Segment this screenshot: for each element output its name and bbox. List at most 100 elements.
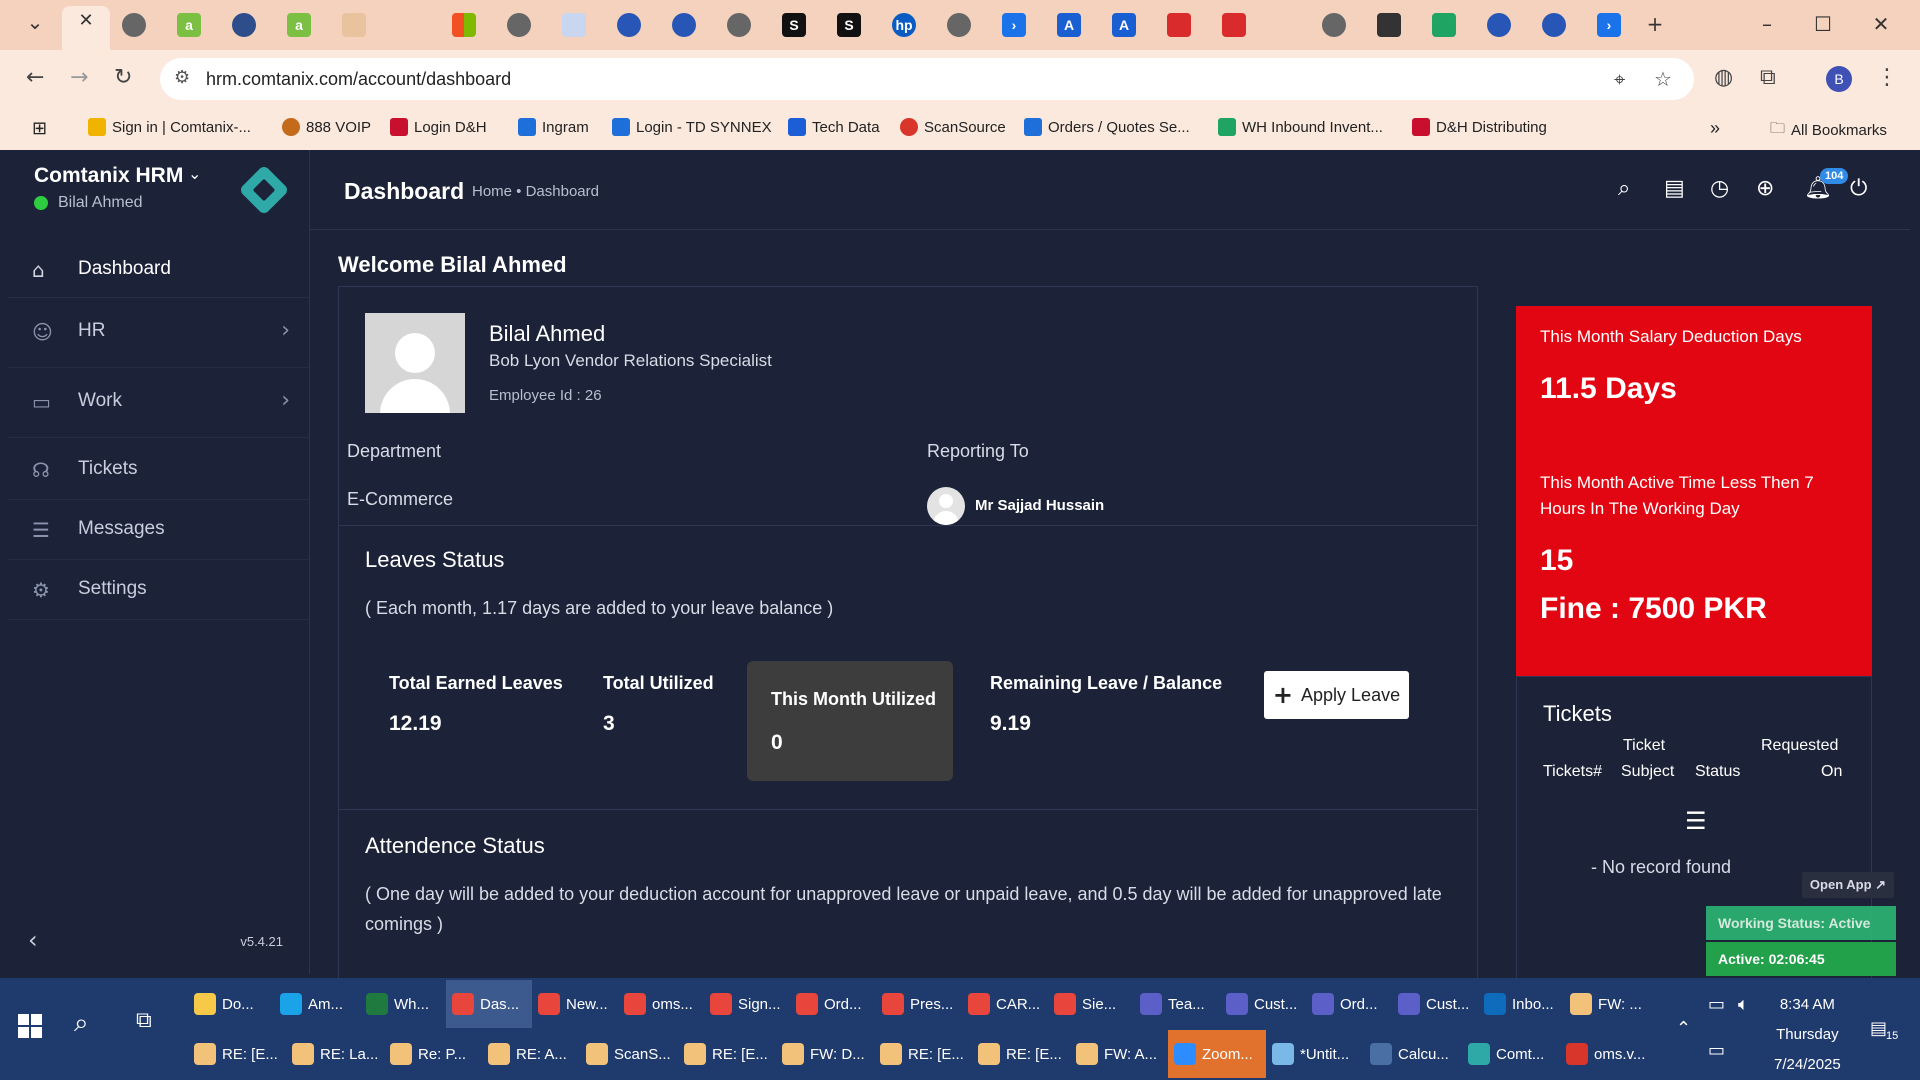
- bookmark-item[interactable]: D&H Distributing: [1412, 118, 1547, 136]
- taskbar-app[interactable]: RE: [E...: [678, 1030, 776, 1078]
- taskbar-app[interactable]: Zoom...: [1168, 1030, 1266, 1078]
- menu-icon[interactable]: ⋮: [1876, 65, 1898, 90]
- tab-icon[interactable]: [727, 13, 751, 37]
- taskbar-app[interactable]: Wh...: [360, 980, 446, 1028]
- tab-icon[interactable]: ›: [1597, 13, 1621, 37]
- taskbar-app[interactable]: FW: ...: [1564, 980, 1650, 1028]
- tab-icon[interactable]: [232, 13, 256, 37]
- search-icon[interactable]: ⌕: [1618, 176, 1630, 201]
- taskbar-app[interactable]: Cust...: [1220, 980, 1306, 1028]
- tab-icon[interactable]: [1542, 13, 1566, 37]
- tab-icon[interactable]: S: [782, 13, 806, 37]
- tab-icon[interactable]: [122, 13, 146, 37]
- taskbar-app[interactable]: Sign...: [704, 980, 790, 1028]
- taskbar-app[interactable]: Calcu...: [1364, 1030, 1462, 1078]
- tab-icon[interactable]: [1222, 13, 1246, 37]
- power-icon[interactable]: ⏻: [1850, 176, 1867, 201]
- forward-icon[interactable]: →: [70, 65, 88, 90]
- sidebar-item-settings[interactable]: ⚙ Settings: [8, 560, 310, 620]
- task-view-icon[interactable]: ⧉: [136, 1008, 152, 1033]
- taskbar-app[interactable]: Pres...: [876, 980, 962, 1028]
- sidebar-item-messages[interactable]: ☰ Messages: [8, 500, 310, 560]
- taskbar-app[interactable]: Inbo...: [1478, 980, 1564, 1028]
- clock-icon[interactable]: ◷: [1710, 176, 1729, 201]
- taskbar-app[interactable]: RE: [E...: [874, 1030, 972, 1078]
- tab-icon[interactable]: hp: [892, 13, 916, 37]
- bookmark-item[interactable]: 888 VOIP: [282, 118, 371, 136]
- taskbar-app[interactable]: ScanS...: [580, 1030, 678, 1078]
- taskbar-app[interactable]: Ord...: [790, 980, 876, 1028]
- taskbar-app[interactable]: New...: [532, 980, 618, 1028]
- taskbar-app[interactable]: Cust...: [1392, 980, 1478, 1028]
- taskbar-app[interactable]: Tea...: [1134, 980, 1220, 1028]
- address-bar[interactable]: ⚙ hrm.comtanix.com/account/dashboard ⌖ ☆: [160, 58, 1694, 100]
- profile-avatar[interactable]: B: [1826, 66, 1852, 92]
- tab-icon[interactable]: [617, 13, 641, 37]
- taskbar-app[interactable]: Comt...: [1462, 1030, 1560, 1078]
- notes-icon[interactable]: ▤: [1664, 176, 1685, 201]
- tab-icon[interactable]: a: [287, 13, 311, 37]
- brand-name[interactable]: Comtanix HRM: [34, 164, 183, 188]
- url-text[interactable]: hrm.comtanix.com/account/dashboard: [206, 69, 511, 90]
- chevron-down-icon[interactable]: ⌄: [188, 164, 201, 183]
- reload-icon[interactable]: ↻: [114, 65, 132, 90]
- taskbar-app[interactable]: CAR...: [962, 980, 1048, 1028]
- taskbar-app[interactable]: Ord...: [1306, 980, 1392, 1028]
- tab-icon[interactable]: [342, 13, 366, 37]
- collapse-sidebar-icon[interactable]: ‹: [28, 926, 38, 954]
- site-info-icon[interactable]: ⚙: [174, 67, 190, 88]
- tab-icon[interactable]: a: [177, 13, 201, 37]
- taskbar-app[interactable]: Das...: [446, 980, 532, 1028]
- add-icon[interactable]: ⊕: [1756, 176, 1774, 201]
- all-bookmarks[interactable]: 🗀 All Bookmarks: [1770, 118, 1887, 143]
- taskbar-app[interactable]: RE: La...: [286, 1030, 384, 1078]
- taskbar-app[interactable]: RE: [E...: [972, 1030, 1070, 1078]
- taskbar-app[interactable]: Re: P...: [384, 1030, 482, 1078]
- extensions-icon[interactable]: ⧉: [1760, 65, 1776, 90]
- bookmark-item[interactable]: Login D&H: [390, 118, 487, 136]
- location-icon[interactable]: ⌖: [1614, 67, 1625, 91]
- bookmark-item[interactable]: Orders / Quotes Se...: [1024, 118, 1190, 136]
- apply-leave-button[interactable]: + Apply Leave: [1264, 671, 1409, 719]
- bookmark-item[interactable]: Tech Data: [788, 118, 880, 136]
- maximize-icon[interactable]: ☐: [1808, 12, 1838, 36]
- tab-icon[interactable]: A: [1112, 13, 1136, 37]
- taskbar-app[interactable]: Sie...: [1048, 980, 1134, 1028]
- bookmark-item[interactable]: Sign in | Comtanix-...: [88, 118, 251, 136]
- search-icon[interactable]: ⌕: [74, 1008, 89, 1039]
- back-icon[interactable]: ←: [26, 65, 44, 90]
- taskbar-app[interactable]: oms...: [618, 980, 704, 1028]
- taskbar-app[interactable]: RE: A...: [482, 1030, 580, 1078]
- tab-icon[interactable]: [947, 13, 971, 37]
- tab-icon[interactable]: [672, 13, 696, 37]
- taskbar-app[interactable]: *Untit...: [1266, 1030, 1364, 1078]
- network-icon[interactable]: ▭: [1708, 1040, 1725, 1061]
- tab-icon[interactable]: S: [837, 13, 861, 37]
- minimize-icon[interactable]: –: [1752, 12, 1782, 36]
- taskbar-app[interactable]: Am...: [274, 980, 360, 1028]
- taskbar-app[interactable]: FW: D...: [776, 1030, 874, 1078]
- notification-center-icon[interactable]: ▤: [1870, 1018, 1887, 1039]
- tab-search-icon[interactable]: ⌄: [20, 10, 50, 34]
- new-tab-icon[interactable]: +: [1640, 12, 1670, 36]
- windows-start-icon[interactable]: [18, 1014, 42, 1038]
- tab-icon[interactable]: [562, 13, 586, 37]
- tab-icon[interactable]: A: [1057, 13, 1081, 37]
- bookmark-star-icon[interactable]: ☆: [1654, 67, 1672, 91]
- tab-icon[interactable]: [507, 13, 531, 37]
- taskbar-app[interactable]: oms.v...: [1560, 1030, 1658, 1078]
- volume-icon[interactable]: 🔈︎: [1738, 994, 1749, 1015]
- tab-icon[interactable]: [1432, 13, 1456, 37]
- sidebar-item-tickets[interactable]: ☊ Tickets: [8, 438, 310, 500]
- chevron-up-icon[interactable]: ⌃: [1676, 1018, 1691, 1039]
- tab-icon[interactable]: [1167, 13, 1191, 37]
- close-tab-icon[interactable]: ✕: [71, 10, 101, 31]
- sidebar-item-hr[interactable]: ☺ HR ›: [8, 298, 310, 368]
- system-clock[interactable]: 8:34 AM Thursday 7/24/2025: [1774, 990, 1841, 1080]
- taskbar-app[interactable]: Do...: [188, 980, 274, 1028]
- breadcrumb[interactable]: Home • Dashboard: [472, 183, 599, 200]
- taskbar-app[interactable]: FW: A...: [1070, 1030, 1168, 1078]
- battery-icon[interactable]: ▭: [1708, 994, 1725, 1015]
- apps-grid-icon[interactable]: ⊞: [32, 118, 47, 139]
- tab-icon[interactable]: [1377, 13, 1401, 37]
